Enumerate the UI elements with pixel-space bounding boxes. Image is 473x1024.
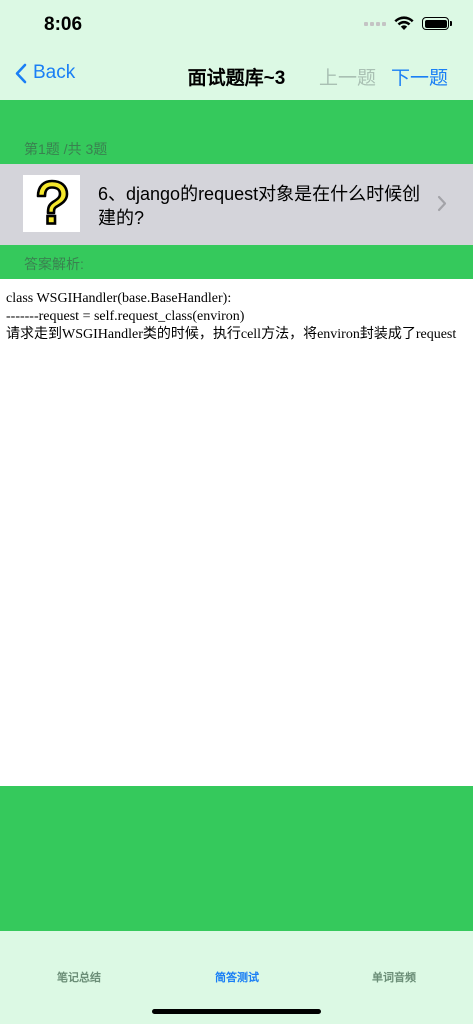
home-indicator[interactable] xyxy=(152,1009,321,1014)
battery-icon xyxy=(422,17,452,30)
tab-short-answer-test[interactable]: 简答测试 xyxy=(158,969,316,985)
chevron-left-icon xyxy=(15,63,27,83)
question-counter: 第1题 /共 3题 xyxy=(24,141,108,157)
tab-notes[interactable]: 笔记总结 xyxy=(0,969,158,985)
tab-word-audio[interactable]: 单词音频 xyxy=(315,969,473,985)
back-button[interactable]: Back xyxy=(14,62,75,84)
wifi-icon xyxy=(394,16,414,30)
answer-line: 请求走到WSGIHandler类的时候，执行cell方法，将environ封装成… xyxy=(6,327,457,342)
answer-content: class WSGIHandler(base.BaseHandler): ---… xyxy=(6,290,468,344)
chevron-right-icon xyxy=(437,195,447,212)
question-header: 第1题 /共 3题 xyxy=(0,100,473,164)
back-label: Back xyxy=(33,62,76,83)
answer-header: 答案解析: xyxy=(0,245,473,279)
bottom-panel xyxy=(0,786,473,931)
question-text: 6、django的request对象是在什么时候创建的? xyxy=(98,184,421,228)
status-icons xyxy=(364,16,452,31)
previous-question-button[interactable]: 上一题 xyxy=(319,63,376,90)
tab-bar: 笔记总结 简答测试 单词音频 xyxy=(0,931,473,1024)
question-row[interactable]: 6、django的request对象是在什么时候创建的? xyxy=(0,164,473,245)
status-bar: 8:06 xyxy=(0,0,473,50)
answer-line: class WSGIHandler(base.BaseHandler): xyxy=(6,291,232,306)
next-question-button[interactable]: 下一题 xyxy=(391,63,448,90)
answer-line: -------request = self.request_class(envi… xyxy=(6,309,245,324)
answer-label: 答案解析: xyxy=(24,256,84,272)
navigation-bar: Back 面试题库~3 上一题 下一题 xyxy=(0,50,473,100)
question-mark-icon xyxy=(23,175,80,232)
cellular-signal-icon xyxy=(364,21,386,26)
status-time: 8:06 xyxy=(44,14,83,35)
